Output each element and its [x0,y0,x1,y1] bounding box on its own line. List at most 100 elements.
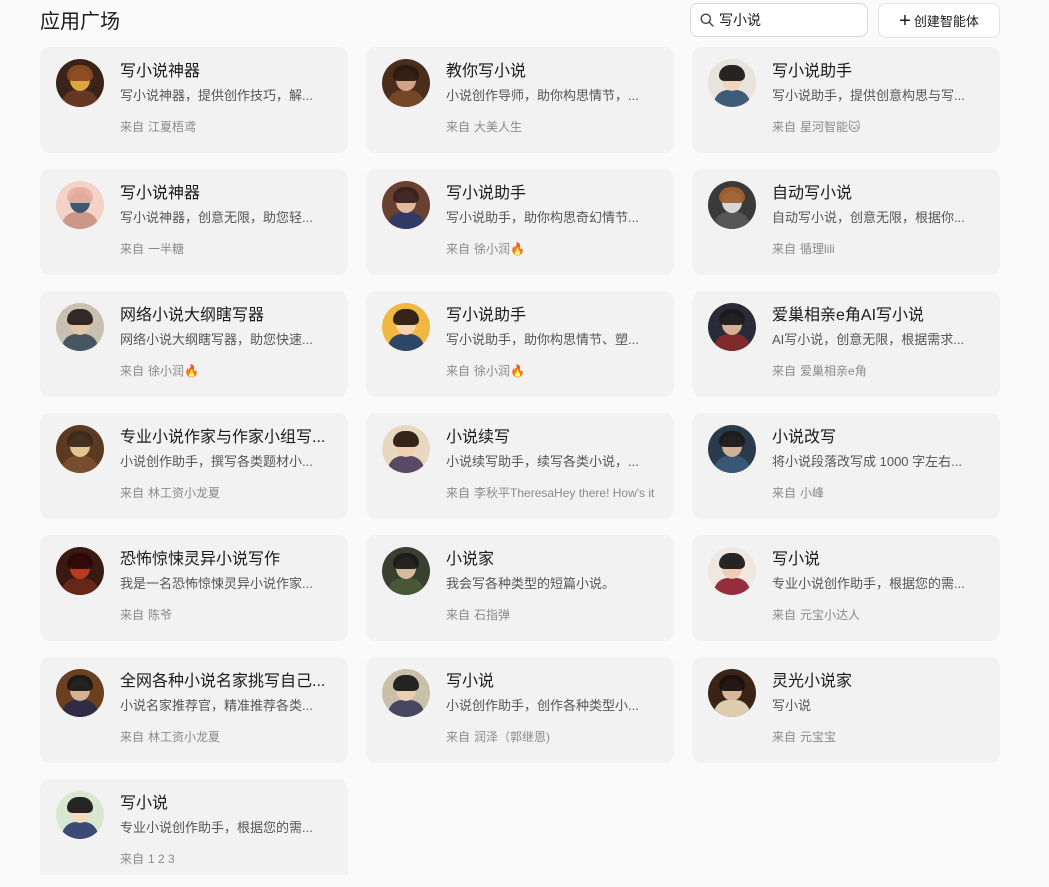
from-label: 来自 [120,364,145,378]
author-name: 爱巢相亲e角 [800,364,867,378]
app-description: 小说创作助手，撰写各类题材小... [120,454,313,469]
create-agent-button[interactable]: + 创建智能体 [878,3,1000,38]
author-name: 小峰 [800,486,825,500]
author-name: 徐小润🔥 [474,364,525,378]
app-title: 写小说 [772,551,821,568]
app-avatar [56,303,104,351]
app-title: 写小说助手 [446,185,527,202]
app-author: 来自 徐小润🔥 [120,361,335,381]
app-card[interactable]: 写小说神器 写小说神器，创意无限，助您轻... 来自 一半糖 [40,169,348,275]
app-author: 来自 李秋平TheresaHey there! How's it [446,483,661,503]
app-card[interactable]: 写小说专业小说创作助手，根据您的需... 来自 1 2 3 [40,779,348,875]
app-card[interactable]: 写小说专业小说创作助手，根据您的需... 来自 元宝小达人 [692,535,1000,641]
app-author: 来自 爱巢相亲e角 [772,361,987,381]
app-avatar [708,59,756,107]
author-name: 大美人生 [474,120,523,134]
app-card[interactable]: 写小说助手 写小说助手，提供创意构思与写... 来自 星河智能🐱 [692,47,1000,153]
author-name: 一半糖 [148,242,185,256]
app-description: 写小说助手，提供创意构思与写... [772,88,965,103]
author-name: 星河智能🐱 [800,120,861,134]
app-avatar [382,181,430,229]
from-label: 来自 [772,486,797,500]
from-label: 来自 [120,486,145,500]
app-card[interactable]: 写小说助手 写小说助手，助你构思情节、塑... 来自 徐小润🔥 [366,291,674,397]
from-label: 来自 [120,852,145,866]
app-avatar [56,425,104,473]
app-avatar [56,59,104,107]
from-label: 来自 [772,242,797,256]
app-title: 写小说 [446,673,495,690]
app-description: 我是一名恐怖惊悚灵异小说作家... [120,576,313,591]
app-description: 写小说神器，提供创作技巧，解... [120,88,313,103]
app-avatar [56,181,104,229]
from-label: 来自 [446,730,471,744]
app-card[interactable]: 自动写小说 自动写小说，创意无限，根据你... 来自 循理lili [692,169,1000,275]
app-card[interactable]: 写小说神器 写小说神器，提供创作技巧，解... 来自 江夏梧鸢 [40,47,348,153]
from-label: 来自 [772,730,797,744]
app-author: 来自 林工资小龙夏 [120,483,335,503]
app-author: 来自 润泽（郭继恩) [446,727,661,747]
author-name: 林工资小龙夏 [148,486,221,500]
from-label: 来自 [446,486,471,500]
search-box[interactable] [690,3,868,37]
app-avatar [708,547,756,595]
app-card[interactable]: 写小说 小说创作助手，创作各种类型小... 来自 润泽（郭继恩) [366,657,674,763]
app-avatar [708,303,756,351]
app-avatar [382,425,430,473]
plus-icon: + [899,9,911,32]
search-input[interactable] [719,12,859,28]
app-author: 来自 陈爷 [120,605,335,625]
app-title: 写小说助手 [446,307,527,324]
author-name: 循理lili [800,242,835,256]
app-author: 来自 星河智能🐱 [772,117,987,137]
app-description: AI写小说，创意无限，根据需求... [772,332,965,347]
app-description: 专业小说创作助手，根据您的需... [772,576,965,591]
author-name: 陈爷 [148,608,173,622]
app-title: 小说续写 [446,429,511,446]
author-name: 江夏梧鸢 [148,120,197,134]
from-label: 来自 [120,608,145,622]
app-title: 小说改写 [772,429,837,446]
app-author: 来自 元宝小达人 [772,605,987,625]
app-title: 灵光小说家 [772,673,853,690]
app-card[interactable]: 爱巢相亲e角AI写小说 AI写小说，创意无限，根据需求... 来自 爱巢相亲e角 [692,291,1000,397]
app-card[interactable]: 恐怖惊悚灵异小说写作 我是一名恐怖惊悚灵异小说作家... 来自 陈爷 [40,535,348,641]
app-author: 来自 石指弹 [446,605,661,625]
author-name: 徐小润🔥 [148,364,199,378]
from-label: 来自 [446,242,471,256]
from-label: 来自 [772,120,797,134]
app-card[interactable]: 写小说助手 写小说助手，助你构思奇幻情节... 来自 徐小润🔥 [366,169,674,275]
app-card[interactable]: 灵光小说家 写小说 来自 元宝宝 [692,657,1000,763]
app-title: 自动写小说 [772,185,853,202]
app-avatar [708,669,756,717]
app-card[interactable]: 教你写小说 小说创作导师，助你构思情节，... 来自 大美人生 [366,47,674,153]
app-card[interactable]: 专业小说作家与作家小组写... 小说创作助手，撰写各类题材小... 来自 林工资小龙夏 [40,413,348,519]
app-description: 写小说助手，助你构思情节、塑... [446,332,639,347]
app-card[interactable]: 小说家 我会写各种类型的短篇小说。 来自 石指弹 [366,535,674,641]
author-name: 林工资小龙夏 [148,730,221,744]
app-description: 将小说段落改写成 1000 字左右... [772,454,962,469]
app-title: 爱巢相亲e角AI写小说 [772,307,925,324]
app-description: 小说续写助手，续写各类小说，... [446,454,639,469]
app-description: 网络小说大纲瞎写器，助您快速... [120,332,313,347]
app-title: 写小说 [120,795,169,812]
app-title: 网络小说大纲瞎写器 [120,307,265,324]
from-label: 来自 [120,730,145,744]
app-card[interactable]: 小说改写将小说段落改写成 1000 字左右... 来自 小峰 [692,413,1000,519]
app-card[interactable]: 小说续写小说续写助手，续写各类小说，... 来自 李秋平TheresaHey the… [366,413,674,519]
app-avatar [382,669,430,717]
app-author: 来自 小峰 [772,483,987,503]
author-name: 元宝小达人 [800,608,861,622]
from-label: 来自 [120,242,145,256]
app-avatar [56,669,104,717]
app-card[interactable]: 全网各种小说名家挑写自己... 小说名家推荐官，精准推荐各类... 来自 林工资小龙夏 [40,657,348,763]
app-description: 专业小说创作助手，根据您的需... [120,820,313,835]
app-title: 教你写小说 [446,63,527,80]
app-author: 来自 1 2 3 [120,849,335,869]
author-name: 润泽（郭继恩) [474,730,551,744]
from-label: 来自 [446,120,471,134]
app-avatar [708,425,756,473]
app-avatar [382,59,430,107]
app-card[interactable]: 网络小说大纲瞎写器网络小说大纲瞎写器，助您快速... 来自 徐小润🔥 [40,291,348,397]
app-description: 我会写各种类型的短篇小说。 [446,576,616,591]
